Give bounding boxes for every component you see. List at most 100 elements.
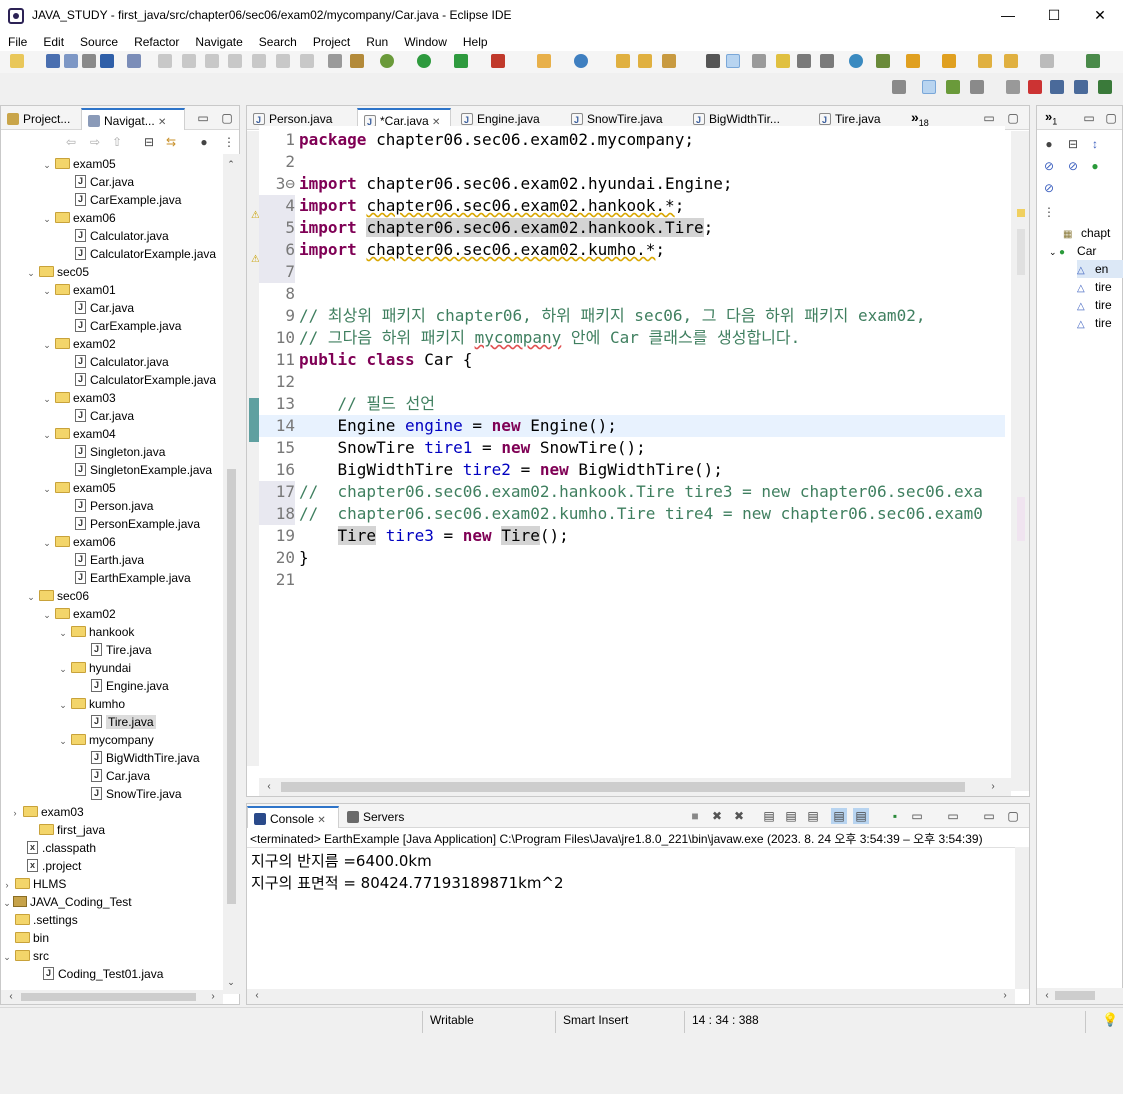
code-line[interactable]: 15 SnowTire tire1 = new SnowTire();: [259, 437, 1005, 459]
back-arrow-icon[interactable]: ⇦: [63, 134, 79, 150]
tree-file-item[interactable]: CalculatorExample.java: [73, 370, 216, 389]
disconnect-icon[interactable]: [228, 54, 242, 68]
tree-file-item[interactable]: CalculatorExample.java: [73, 244, 216, 263]
new-icon[interactable]: [10, 54, 24, 68]
scroll-down-icon[interactable]: ⌄: [223, 974, 239, 990]
editor-hscroll-thumb[interactable]: [281, 782, 965, 792]
code-line[interactable]: 18// chapter06.sec06.exam02.kumho.Tire t…: [259, 503, 1005, 525]
debug-perspective-icon[interactable]: [946, 80, 960, 94]
globe-icon[interactable]: [849, 54, 863, 68]
open-console-icon[interactable]: ▭: [945, 808, 961, 824]
code-line[interactable]: 16 BigWidthTire tire2 = new BigWidthTire…: [259, 459, 1005, 481]
scroll-right-icon[interactable]: ›: [997, 988, 1013, 1004]
tree-file-item[interactable]: Car.java: [73, 406, 134, 425]
code-line[interactable]: 4 import chapter06.sec06.exam02.hankook.*…: [259, 195, 1005, 217]
minimize-outline-icon[interactable]: ▭: [1081, 110, 1097, 126]
remove-all-icon[interactable]: ✖: [731, 808, 747, 824]
maximize-console-icon[interactable]: ▢: [1005, 808, 1021, 824]
maximize-outline-icon[interactable]: ▢: [1103, 110, 1119, 126]
step-into-icon[interactable]: [252, 54, 266, 68]
tree-file-item[interactable]: Car.java: [73, 298, 134, 317]
run-icon[interactable]: [417, 54, 431, 68]
resume-icon[interactable]: [158, 54, 172, 68]
tree-folder-item[interactable]: bin: [1, 929, 49, 947]
java-perspective-icon[interactable]: [922, 80, 936, 94]
tree-folder-item[interactable]: ⌄ hyundai: [57, 659, 131, 677]
menu-navigate[interactable]: Navigate: [187, 31, 250, 51]
scroll-right-icon[interactable]: ›: [205, 989, 221, 1005]
expand-chevron-icon[interactable]: ⌄: [41, 390, 53, 408]
close-button[interactable]: ✕: [1077, 0, 1123, 31]
scroll-left-icon[interactable]: ‹: [261, 779, 277, 795]
tree-folder-item[interactable]: ⌄ sec05: [25, 263, 89, 281]
menu-window[interactable]: Window: [396, 31, 455, 51]
filters-icon[interactable]: ●: [196, 134, 212, 150]
expand-chevron-icon[interactable]: ⌄: [1, 948, 13, 966]
menu-project[interactable]: Project: [305, 31, 358, 51]
paragraph-icon[interactable]: [820, 54, 834, 68]
tip-bulb-icon[interactable]: 💡: [1102, 1012, 1118, 1028]
collapse-all-icon[interactable]: ⊟: [141, 134, 157, 150]
tree-folder-item[interactable]: ⌄ exam04: [41, 425, 115, 444]
panel-2-icon[interactable]: [1074, 80, 1088, 94]
code-line[interactable]: 3⊖ import chapter06.sec06.exam02.hyundai.…: [259, 173, 1005, 195]
restore-icon[interactable]: [1006, 80, 1020, 94]
tree-folder-item[interactable]: ⌄ exam05: [41, 479, 115, 498]
tree-file-item[interactable]: Singleton.java: [73, 442, 165, 461]
minimize-button[interactable]: —: [985, 0, 1031, 31]
display-console-icon[interactable]: ▭: [909, 808, 925, 824]
editor-vertical-scrollbar[interactable]: [1011, 131, 1029, 791]
tree-folder-item[interactable]: ⌄ exam06: [41, 209, 115, 227]
expand-chevron-icon[interactable]: ⌄: [41, 426, 53, 444]
tree-folder-item[interactable]: first_java: [25, 821, 105, 839]
step-return-icon[interactable]: [300, 54, 314, 68]
expand-chevron-icon[interactable]: ⌄: [1, 894, 13, 912]
outline-item[interactable]: △ en: [1077, 260, 1123, 278]
tree-file-item[interactable]: .project: [25, 856, 81, 875]
show-stderr-icon[interactable]: ▤: [853, 808, 869, 824]
expand-chevron-icon[interactable]: ⌄: [1049, 247, 1059, 257]
next-annotation-icon[interactable]: [876, 54, 890, 68]
tree-file-item[interactable]: Person.java: [73, 496, 153, 515]
save-all-icon[interactable]: [64, 54, 78, 68]
tree-folder-item[interactable]: › exam03: [9, 803, 84, 821]
outline-hscroll-thumb[interactable]: [1055, 991, 1095, 1000]
next-edit-icon[interactable]: [906, 54, 920, 68]
back-icon[interactable]: [1004, 54, 1018, 68]
open-perspective-icon[interactable]: [892, 80, 906, 94]
maximize-editor-icon[interactable]: ▢: [1005, 110, 1021, 126]
code-line[interactable]: 5 import chapter06.sec06.exam02.hankook.T…: [259, 217, 1005, 239]
tree-folder-item[interactable]: .settings: [1, 911, 78, 929]
suspend-icon[interactable]: [182, 54, 196, 68]
tree-folder-item[interactable]: ⌄ exam06: [41, 533, 115, 551]
minimize-view-icon[interactable]: ▭: [195, 110, 211, 126]
menu-refactor[interactable]: Refactor: [126, 31, 187, 51]
expand-chevron-icon[interactable]: ⌄: [57, 732, 69, 750]
expand-chevron-icon[interactable]: ⌄: [41, 480, 53, 498]
view-menu-icon[interactable]: ⋮: [1041, 204, 1057, 220]
sync-icon[interactable]: ●: [1041, 136, 1057, 152]
console-horizontal-scrollbar[interactable]: ‹ ›: [247, 989, 1015, 1004]
tree-folder-item[interactable]: ⌄ JAVA_Coding_Test: [1, 893, 131, 912]
pin-editor-icon[interactable]: [1086, 54, 1100, 68]
tree-file-item[interactable]: EarthExample.java: [73, 568, 191, 587]
mark-occurrences-icon[interactable]: [726, 54, 740, 68]
tree-folder-item[interactable]: ⌄ sec06: [25, 587, 89, 605]
code-line[interactable]: 7: [259, 261, 1005, 283]
navigator-vertical-scrollbar[interactable]: ⌃ ⌄: [223, 154, 240, 994]
tab-project-explorer[interactable]: Project...: [1, 108, 79, 130]
scroll-right-icon[interactable]: ›: [985, 779, 1001, 795]
menu-run[interactable]: Run: [358, 31, 396, 51]
prev-edit-icon[interactable]: [942, 54, 956, 68]
navigator-horizontal-scrollbar[interactable]: ‹ ›: [1, 990, 223, 1004]
word-wrap-icon[interactable]: ▤: [805, 808, 821, 824]
menu-file[interactable]: File: [0, 31, 35, 51]
maximize-view-icon[interactable]: ▢: [219, 110, 235, 126]
navigator-scroll-thumb[interactable]: [227, 469, 236, 904]
minimize-editor-icon[interactable]: ▭: [981, 110, 997, 126]
outline-item[interactable]: △ tire: [1077, 296, 1112, 314]
save-icon[interactable]: [46, 54, 60, 68]
close-icon[interactable]: ✕: [158, 117, 166, 128]
outline-overflow-button[interactable]: »1: [1045, 109, 1057, 127]
tree-file-item[interactable]: Earth.java: [73, 550, 144, 569]
